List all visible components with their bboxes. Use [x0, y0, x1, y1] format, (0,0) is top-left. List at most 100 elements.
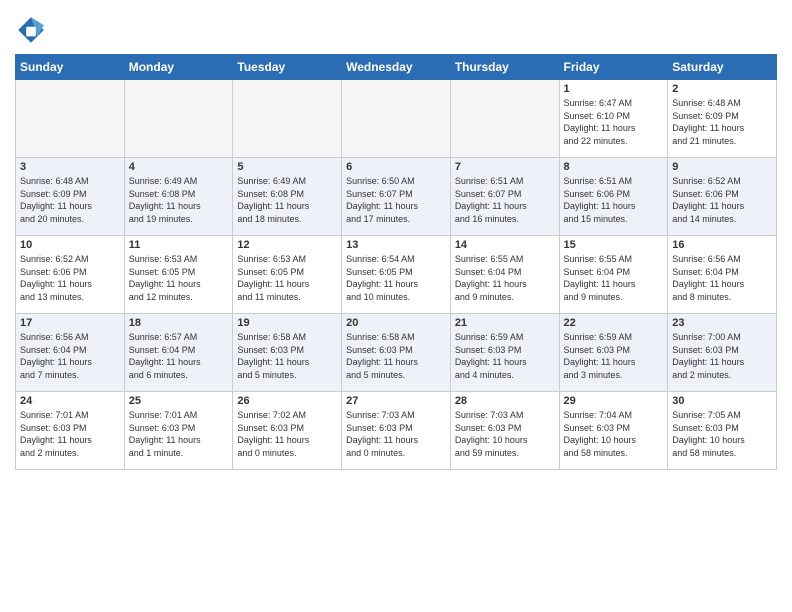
day-number: 19	[237, 317, 337, 329]
day-info: Sunrise: 7:03 AMSunset: 6:03 PMDaylight:…	[346, 409, 446, 459]
day-info: Sunrise: 7:00 AMSunset: 6:03 PMDaylight:…	[672, 331, 772, 381]
day-info: Sunrise: 6:56 AMSunset: 6:04 PMDaylight:…	[20, 331, 120, 381]
calendar-header-tuesday: Tuesday	[233, 55, 342, 80]
day-info: Sunrise: 6:53 AMSunset: 6:05 PMDaylight:…	[237, 253, 337, 303]
day-number: 13	[346, 239, 446, 251]
day-number: 8	[564, 161, 664, 173]
day-number: 7	[455, 161, 555, 173]
calendar-cell: 14 Sunrise: 6:55 AMSunset: 6:04 PMDayligh…	[450, 236, 559, 314]
day-info: Sunrise: 6:57 AMSunset: 6:04 PMDaylight:…	[129, 331, 229, 381]
day-info: Sunrise: 6:49 AMSunset: 6:08 PMDaylight:…	[129, 175, 229, 225]
day-number: 6	[346, 161, 446, 173]
day-info: Sunrise: 6:51 AMSunset: 6:06 PMDaylight:…	[564, 175, 664, 225]
day-info: Sunrise: 6:52 AMSunset: 6:06 PMDaylight:…	[672, 175, 772, 225]
day-number: 20	[346, 317, 446, 329]
day-number: 24	[20, 395, 120, 407]
calendar-cell: 16Sunrise: 6:56 AMSunset: 6:04 PMDayligh…	[668, 236, 777, 314]
calendar-cell: 9 Sunrise: 6:52 AMSunset: 6:06 PMDaylight…	[668, 158, 777, 236]
calendar-cell: 1 Sunrise: 6:47 AMSunset: 6:10 PMDaylight…	[559, 80, 668, 158]
day-number: 22	[564, 317, 664, 329]
calendar-cell: 12Sunrise: 6:53 AMSunset: 6:05 PMDayligh…	[233, 236, 342, 314]
day-info: Sunrise: 6:52 AMSunset: 6:06 PMDaylight:…	[20, 253, 120, 303]
day-info: Sunrise: 6:56 AMSunset: 6:04 PMDaylight:…	[672, 253, 772, 303]
calendar-cell: 11 Sunrise: 6:53 AMSunset: 6:05 PMDayligh…	[124, 236, 233, 314]
calendar-cell: 2 Sunrise: 6:48 AMSunset: 6:09 PMDaylight…	[668, 80, 777, 158]
calendar-cell: 25 Sunrise: 7:01 AMSunset: 6:03 PMDayligh…	[124, 392, 233, 470]
day-info: Sunrise: 6:55 AMSunset: 6:04 PMDaylight:…	[564, 253, 664, 303]
day-info: Sunrise: 6:54 AMSunset: 6:05 PMDaylight:…	[346, 253, 446, 303]
logo	[15, 14, 51, 46]
calendar-cell: 27 Sunrise: 7:03 AMSunset: 6:03 PMDayligh…	[342, 392, 451, 470]
day-number: 1	[564, 83, 664, 95]
calendar-week-row: 3 Sunrise: 6:48 AMSunset: 6:09 PMDaylight…	[16, 158, 777, 236]
calendar-cell: 10Sunrise: 6:52 AMSunset: 6:06 PMDayligh…	[16, 236, 125, 314]
calendar-cell: 13 Sunrise: 6:54 AMSunset: 6:05 PMDayligh…	[342, 236, 451, 314]
day-info: Sunrise: 6:47 AMSunset: 6:10 PMDaylight:…	[564, 97, 664, 147]
day-info: Sunrise: 6:49 AMSunset: 6:08 PMDaylight:…	[237, 175, 337, 225]
calendar-cell: 5Sunrise: 6:49 AMSunset: 6:08 PMDaylight…	[233, 158, 342, 236]
calendar-header-friday: Friday	[559, 55, 668, 80]
day-info: Sunrise: 6:50 AMSunset: 6:07 PMDaylight:…	[346, 175, 446, 225]
day-info: Sunrise: 7:02 AMSunset: 6:03 PMDaylight:…	[237, 409, 337, 459]
day-number: 2	[672, 83, 772, 95]
calendar-cell: 15 Sunrise: 6:55 AMSunset: 6:04 PMDayligh…	[559, 236, 668, 314]
calendar-cell	[342, 80, 451, 158]
calendar-cell: 8 Sunrise: 6:51 AMSunset: 6:06 PMDaylight…	[559, 158, 668, 236]
day-number: 25	[129, 395, 229, 407]
calendar-cell: 4 Sunrise: 6:49 AMSunset: 6:08 PMDaylight…	[124, 158, 233, 236]
day-number: 14	[455, 239, 555, 251]
calendar-cell: 3 Sunrise: 6:48 AMSunset: 6:09 PMDaylight…	[16, 158, 125, 236]
day-info: Sunrise: 7:01 AMSunset: 6:03 PMDaylight:…	[20, 409, 120, 459]
calendar-cell: 22 Sunrise: 6:59 AMSunset: 6:03 PMDayligh…	[559, 314, 668, 392]
day-info: Sunrise: 6:51 AMSunset: 6:07 PMDaylight:…	[455, 175, 555, 225]
day-info: Sunrise: 7:04 AMSunset: 6:03 PMDaylight:…	[564, 409, 664, 459]
day-info: Sunrise: 6:59 AMSunset: 6:03 PMDaylight:…	[455, 331, 555, 381]
calendar-cell: 6 Sunrise: 6:50 AMSunset: 6:07 PMDaylight…	[342, 158, 451, 236]
day-info: Sunrise: 6:53 AMSunset: 6:05 PMDaylight:…	[129, 253, 229, 303]
calendar-cell: 26Sunrise: 7:02 AMSunset: 6:03 PMDayligh…	[233, 392, 342, 470]
day-info: Sunrise: 7:01 AMSunset: 6:03 PMDaylight:…	[129, 409, 229, 459]
day-number: 30	[672, 395, 772, 407]
day-number: 3	[20, 161, 120, 173]
calendar-header-sunday: Sunday	[16, 55, 125, 80]
calendar-cell: 18 Sunrise: 6:57 AMSunset: 6:04 PMDayligh…	[124, 314, 233, 392]
calendar-cell: 17 Sunrise: 6:56 AMSunset: 6:04 PMDayligh…	[16, 314, 125, 392]
header	[15, 10, 777, 46]
calendar-week-row: 17 Sunrise: 6:56 AMSunset: 6:04 PMDayligh…	[16, 314, 777, 392]
calendar-cell	[450, 80, 559, 158]
calendar-cell	[233, 80, 342, 158]
calendar-cell: 23Sunrise: 7:00 AMSunset: 6:03 PMDayligh…	[668, 314, 777, 392]
calendar-table: SundayMondayTuesdayWednesdayThursdayFrid…	[15, 54, 777, 470]
day-info: Sunrise: 6:59 AMSunset: 6:03 PMDaylight:…	[564, 331, 664, 381]
day-info: Sunrise: 7:03 AMSunset: 6:03 PMDaylight:…	[455, 409, 555, 459]
calendar-cell	[124, 80, 233, 158]
day-number: 18	[129, 317, 229, 329]
calendar-header-row: SundayMondayTuesdayWednesdayThursdayFrid…	[16, 55, 777, 80]
calendar-header-monday: Monday	[124, 55, 233, 80]
day-number: 27	[346, 395, 446, 407]
calendar-cell: 29 Sunrise: 7:04 AMSunset: 6:03 PMDayligh…	[559, 392, 668, 470]
calendar-header-wednesday: Wednesday	[342, 55, 451, 80]
calendar-cell	[16, 80, 125, 158]
day-info: Sunrise: 6:58 AMSunset: 6:03 PMDaylight:…	[346, 331, 446, 381]
day-info: Sunrise: 6:48 AMSunset: 6:09 PMDaylight:…	[20, 175, 120, 225]
day-info: Sunrise: 6:48 AMSunset: 6:09 PMDaylight:…	[672, 97, 772, 147]
day-number: 28	[455, 395, 555, 407]
day-info: Sunrise: 6:55 AMSunset: 6:04 PMDaylight:…	[455, 253, 555, 303]
day-info: Sunrise: 7:05 AMSunset: 6:03 PMDaylight:…	[672, 409, 772, 459]
day-number: 11	[129, 239, 229, 251]
calendar-cell: 24 Sunrise: 7:01 AMSunset: 6:03 PMDayligh…	[16, 392, 125, 470]
day-number: 15	[564, 239, 664, 251]
calendar-week-row: 10Sunrise: 6:52 AMSunset: 6:06 PMDayligh…	[16, 236, 777, 314]
calendar-week-row: 24 Sunrise: 7:01 AMSunset: 6:03 PMDayligh…	[16, 392, 777, 470]
day-number: 21	[455, 317, 555, 329]
day-number: 4	[129, 161, 229, 173]
day-info: Sunrise: 6:58 AMSunset: 6:03 PMDaylight:…	[237, 331, 337, 381]
day-number: 29	[564, 395, 664, 407]
calendar-cell: 7 Sunrise: 6:51 AMSunset: 6:07 PMDaylight…	[450, 158, 559, 236]
day-number: 9	[672, 161, 772, 173]
day-number: 17	[20, 317, 120, 329]
calendar-week-row: 1 Sunrise: 6:47 AMSunset: 6:10 PMDaylight…	[16, 80, 777, 158]
calendar-cell: 20 Sunrise: 6:58 AMSunset: 6:03 PMDayligh…	[342, 314, 451, 392]
calendar-header-saturday: Saturday	[668, 55, 777, 80]
